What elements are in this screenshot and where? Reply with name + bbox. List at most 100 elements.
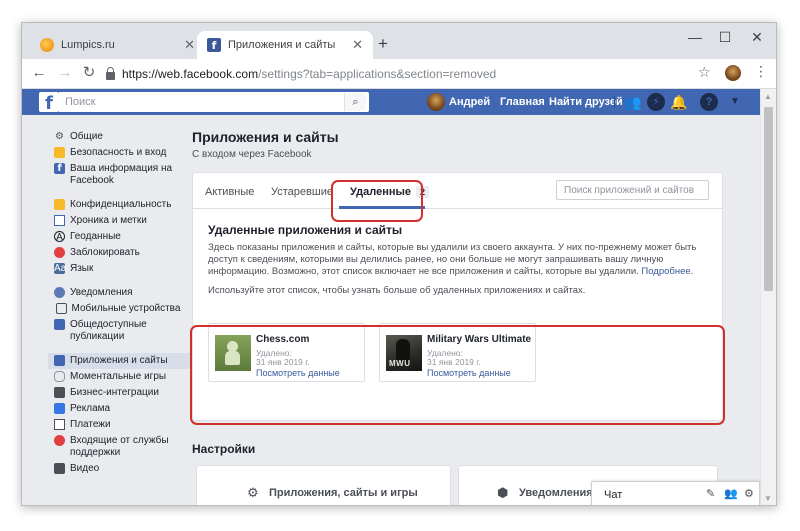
sidebar-item-label: Бизнес-интеграции: [70, 387, 159, 398]
sidebar-item-blocking[interactable]: Заблокировать: [54, 245, 184, 261]
active-tab-underline: [339, 206, 425, 209]
friend-requests-icon[interactable]: 👥: [624, 93, 642, 111]
sidebar-item-label: Хроника и метки: [70, 215, 147, 226]
sidebar-item-label: Геоданные: [70, 231, 121, 242]
sidebar-item-label: Ваша информация на Facebook: [70, 163, 173, 186]
account-menu-chevron-icon[interactable]: ▼: [726, 93, 744, 111]
view-data-link[interactable]: Посмотреть данные: [256, 368, 340, 378]
sidebar-item-label: Конфиденциальность: [70, 199, 172, 210]
page-title: Приложения и сайты: [192, 129, 339, 145]
sidebar-item-label: Платежи: [70, 419, 111, 430]
messenger-icon[interactable]: ⚡: [647, 93, 665, 111]
page-scrollbar[interactable]: ▲ ▼: [760, 89, 776, 505]
shield-icon: [54, 147, 65, 158]
facebook-logo-icon[interactable]: f: [39, 92, 59, 112]
sidebar-item-business[interactable]: Бизнес-интеграции: [54, 385, 184, 401]
browser-window: Lumpics.ru ✕ f Приложения и сайты ✕ + — …: [21, 22, 777, 506]
contacts-icon[interactable]: 👥: [724, 487, 738, 500]
address-bar: ← → ↻ https://web.facebook.com/settings?…: [22, 59, 776, 89]
new-message-icon[interactable]: ✎: [706, 487, 715, 500]
maximize-icon[interactable]: ☐: [718, 29, 732, 46]
sidebar-item-label: Моментальные игры: [70, 371, 167, 382]
facebook-search-input[interactable]: [59, 92, 369, 112]
cube-icon: ⬢: [497, 485, 509, 500]
minimize-icon[interactable]: —: [688, 29, 702, 45]
browser-tab-facebook[interactable]: f Приложения и сайты ✕: [197, 31, 373, 59]
tab-strip: Lumpics.ru ✕ f Приложения и сайты ✕ + — …: [22, 23, 776, 59]
find-friends-link[interactable]: Найти друзей: [549, 96, 623, 108]
search-icon[interactable]: ⌕: [344, 93, 366, 111]
tab-removed-apps[interactable]: Удаленные 2: [350, 186, 430, 198]
scroll-up-icon[interactable]: ▲: [764, 92, 772, 101]
rss-icon: [54, 319, 65, 330]
tab-expired-apps[interactable]: Устаревшие: [271, 186, 333, 198]
sidebar-item-your-info[interactable]: f Ваша информация на Facebook: [54, 161, 184, 189]
app-removed-date: 31 янв 2019 г.: [427, 357, 481, 367]
sidebar-item-security[interactable]: Безопасность и вход: [54, 145, 184, 161]
removed-app-card: Chess.com Удалено: 31 янв 2019 г. Посмот…: [208, 323, 365, 382]
new-tab-icon[interactable]: +: [378, 35, 388, 52]
business-icon: [54, 387, 65, 398]
sidebar-item-language[interactable]: Aa Язык: [54, 261, 184, 277]
sidebar-item-label: Заблокировать: [70, 247, 140, 258]
app-search-input[interactable]: [556, 180, 709, 200]
sidebar-item-notifications[interactable]: Уведомления: [54, 285, 184, 301]
home-link[interactable]: Главная: [500, 96, 545, 108]
sidebar-item-ads[interactable]: Реклама: [54, 401, 184, 417]
learn-more-link[interactable]: Подробнее.: [641, 266, 693, 277]
sidebar-item-video[interactable]: Видео: [54, 461, 184, 477]
language-icon: Aa: [54, 263, 67, 274]
back-arrow-icon[interactable]: ←: [30, 64, 48, 82]
gear-icon: ⚙: [55, 131, 64, 142]
scroll-thumb[interactable]: [764, 107, 773, 291]
sidebar-item-instant-games[interactable]: Моментальные игры: [54, 369, 184, 385]
bookmark-star-icon[interactable]: ☆: [698, 64, 711, 81]
settings-sidebar: ⚙ Общие Безопасность и вход f Ваша инфор…: [48, 129, 192, 477]
settings-section-title: Настройки: [192, 442, 256, 456]
sidebar-item-support-inbox[interactable]: Входящие от службы поддержки: [54, 433, 184, 461]
mobile-icon: [55, 303, 67, 314]
header-divider: [614, 96, 615, 108]
chat-bar[interactable]: Чат ✎ 👥 ⚙: [591, 481, 760, 505]
removed-description-2: Используйте этот список, чтобы узнать бо…: [208, 285, 586, 296]
browser-tab-lumpics[interactable]: Lumpics.ru ✕: [30, 31, 205, 59]
profile-avatar-icon[interactable]: [725, 65, 741, 81]
sidebar-item-privacy[interactable]: Конфиденциальность: [54, 197, 184, 213]
browser-menu-icon[interactable]: ⋮: [754, 63, 768, 80]
sidebar-item-apps[interactable]: Приложения и сайты: [48, 353, 192, 369]
main-content: Приложения и сайты С входом через Facebo…: [178, 115, 738, 505]
url-host: https://web.facebook.com: [122, 67, 259, 81]
sidebar-item-payments[interactable]: Платежи: [54, 417, 184, 433]
payments-icon: [54, 419, 65, 430]
sidebar-item-timeline[interactable]: Хроника и метки: [54, 213, 184, 229]
apps-icon: [54, 355, 65, 366]
url-field[interactable]: https://web.facebook.com/settings?tab=ap…: [106, 63, 636, 85]
settings-page: ⚙ Общие Безопасность и вход f Ваша инфор…: [22, 115, 760, 505]
scroll-down-icon[interactable]: ▼: [764, 494, 772, 503]
close-tab-icon[interactable]: ✕: [352, 37, 363, 53]
help-icon[interactable]: ?: [700, 93, 718, 111]
facebook-header: f ⌕ Андрей Главная Найти друзей 👥 ⚡ 🔔 ? …: [22, 89, 760, 115]
page-subtitle: С входом через Facebook: [192, 149, 312, 160]
apps-sites-games-card[interactable]: ⚙ Приложения, сайты и игры: [196, 465, 451, 505]
chat-settings-gear-icon[interactable]: ⚙: [744, 487, 754, 500]
sidebar-item-public-posts[interactable]: Общедоступные публикации: [54, 317, 184, 345]
browser-tab-title: Приложения и сайты: [228, 39, 336, 51]
notifications-bell-icon[interactable]: 🔔: [670, 93, 688, 111]
window-close-icon[interactable]: ✕: [750, 29, 764, 46]
view-data-link[interactable]: Посмотреть данные: [427, 368, 511, 378]
user-avatar[interactable]: [427, 93, 445, 111]
reload-icon[interactable]: ↻: [80, 64, 98, 82]
sidebar-item-general[interactable]: ⚙ Общие: [54, 129, 184, 145]
settings-card-label: Приложения, сайты и игры: [269, 487, 418, 499]
sidebar-item-label: Уведомления: [70, 287, 133, 298]
tab-active-apps[interactable]: Активные: [205, 186, 254, 198]
sidebar-item-mobile[interactable]: Мобильные устройства: [54, 301, 184, 317]
forward-arrow-icon[interactable]: →: [56, 64, 74, 82]
support-inbox-icon: [54, 435, 65, 446]
user-profile-link[interactable]: Андрей: [449, 96, 490, 108]
close-tab-icon[interactable]: ✕: [184, 37, 195, 53]
lock-icon: [106, 67, 115, 80]
sidebar-item-label: Безопасность и вход: [70, 147, 167, 158]
sidebar-item-location[interactable]: A Геоданные: [54, 229, 184, 245]
